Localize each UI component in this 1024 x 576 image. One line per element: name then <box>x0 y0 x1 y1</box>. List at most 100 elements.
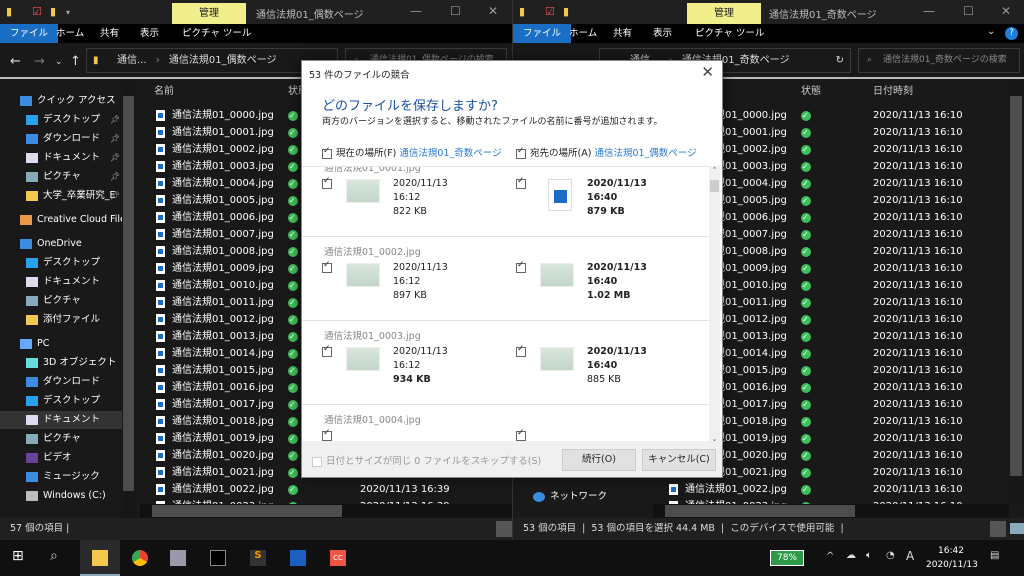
maximize-button[interactable]: ☐ <box>963 4 974 18</box>
close-dialog-button[interactable]: ✕ <box>701 63 714 81</box>
image-thumbnail[interactable] <box>540 263 574 287</box>
keep-source-checkbox[interactable] <box>322 428 332 441</box>
sidebar-item[interactable]: Windows (C:) <box>0 487 122 505</box>
column-header-name[interactable]: 名前 <box>154 82 174 97</box>
help-icon[interactable]: ? <box>1005 27 1018 40</box>
show-hidden-icons-icon[interactable]: ^ <box>826 551 834 562</box>
tab-share[interactable]: 共有 <box>90 24 129 43</box>
properties-icon[interactable]: ☑ <box>545 5 555 18</box>
tab-view[interactable]: 表示 <box>643 24 682 43</box>
details-view-icon[interactable] <box>990 521 1006 537</box>
checkbox[interactable] <box>516 146 526 159</box>
sidebar-item[interactable]: PC <box>0 335 122 353</box>
tab-home[interactable]: ホーム <box>559 24 607 43</box>
tab-picture-tools[interactable]: ピクチャ ツール <box>172 24 261 43</box>
keep-destination-checkbox[interactable] <box>516 344 526 357</box>
tab-home[interactable]: ホーム <box>46 24 94 43</box>
sidebar-item[interactable]: ピクチャ <box>0 292 122 310</box>
volume-icon[interactable]: 🔈︎ <box>866 550 872 561</box>
keep-source-checkbox[interactable] <box>322 260 332 273</box>
customize-dropdown-icon[interactable]: ▾ <box>66 8 70 17</box>
checkbox[interactable] <box>322 146 332 159</box>
close-button[interactable]: ✕ <box>1001 4 1011 18</box>
tab-manage[interactable]: 管理 <box>172 3 246 24</box>
image-file-icon[interactable] <box>548 179 572 211</box>
image-thumbnail[interactable] <box>540 347 574 371</box>
destination-folder-link[interactable]: 通信法規01_偶数ページ <box>594 148 696 159</box>
up-button[interactable]: ↑ <box>70 54 81 69</box>
onedrive-icon[interactable]: ☁ <box>846 550 856 561</box>
sidebar-item[interactable]: ドキュメント <box>0 273 122 291</box>
sidebar-item[interactable]: ダウンロード 📌︎ <box>0 130 122 148</box>
sidebar-item[interactable]: OneDrive <box>0 235 122 253</box>
taskbar-file-explorer[interactable] <box>80 540 120 576</box>
maximize-button[interactable]: ☐ <box>450 4 461 18</box>
source-folder-link[interactable]: 通信法規01_奇数ページ <box>399 148 501 159</box>
sidebar-item[interactable]: デスクトップ <box>0 254 122 272</box>
large-icons-view-icon[interactable] <box>1010 523 1024 534</box>
sidebar-item[interactable]: デスクトップ 📌︎ <box>0 111 122 129</box>
file-row[interactable]: 通信法規01_0022.jpg 2020/11/13 16:39 <box>156 481 506 498</box>
tab-view[interactable]: 表示 <box>130 24 169 43</box>
calculator-icon[interactable] <box>290 550 306 566</box>
image-thumbnail[interactable] <box>346 347 380 371</box>
start-icon[interactable]: ⊞ <box>12 548 28 564</box>
column-header-status[interactable]: 状態 <box>801 82 821 97</box>
keep-source-checkbox[interactable] <box>322 176 332 189</box>
sidebar-item[interactable]: ピクチャ <box>0 430 122 448</box>
conflict-list-scrollbar[interactable]: ⌃ ⌄ <box>709 166 720 443</box>
sidebar-item[interactable]: ドキュメント <box>0 411 122 429</box>
breadcrumb-item[interactable]: 通信... <box>117 55 147 66</box>
app-icon[interactable] <box>170 550 186 566</box>
file-list-scrollbar[interactable] <box>1009 82 1023 502</box>
tab-manage[interactable]: 管理 <box>687 3 761 24</box>
new-folder-icon[interactable]: ▮ <box>50 5 56 18</box>
column-header-date[interactable]: 日付時刻 <box>873 82 913 97</box>
minimize-button[interactable]: — <box>410 4 422 18</box>
sidebar-item[interactable]: ビデオ <box>0 449 122 467</box>
back-button[interactable]: ← <box>10 54 21 69</box>
file-row[interactable]: 通信法規01_0022.jpg 2020/11/13 16:10 <box>669 481 1009 498</box>
refresh-icon[interactable]: ↻ <box>836 49 844 72</box>
keep-destination-checkbox[interactable] <box>516 428 526 441</box>
sidebar-item[interactable]: 添付ファイル <box>0 311 122 329</box>
sidebar-item[interactable]: 大学_卒業研究_E 📌︎ <box>0 187 122 205</box>
nav-pane-scrollbar[interactable] <box>122 82 135 518</box>
cc-icon[interactable]: CC <box>330 550 346 566</box>
search-input[interactable]: ⌕ 通信法規01_奇数ページの検索 <box>858 48 1020 73</box>
skip-same-files-checkbox[interactable]: 日付とサイズが同じ 0 ファイルをスキップする(S) <box>312 453 541 467</box>
pin-icon[interactable]: 📌︎ <box>110 187 120 205</box>
terminal-icon[interactable] <box>210 550 226 566</box>
forward-button[interactable]: → <box>34 54 45 69</box>
pin-icon[interactable]: 📌︎ <box>110 111 120 129</box>
wifi-icon[interactable]: ◔ <box>886 550 895 561</box>
notification-icon[interactable]: ▤ <box>990 550 999 561</box>
horizontal-scrollbar[interactable] <box>653 504 1009 518</box>
destination-location-checkbox[interactable]: 宛先の場所(A) 通信法規01_偶数ページ <box>516 145 697 159</box>
cancel-button[interactable]: キャンセル(C) <box>642 449 716 471</box>
chrome-icon[interactable] <box>132 550 148 566</box>
sidebar-item[interactable]: クイック アクセス <box>0 92 122 110</box>
keep-destination-checkbox[interactable] <box>516 260 526 273</box>
sidebar-item[interactable]: 3D オブジェクト <box>0 354 122 372</box>
breadcrumb-item[interactable]: 通信法規01_偶数ページ <box>169 55 277 66</box>
sidebar-item-network[interactable]: ネットワーク <box>533 488 655 506</box>
close-button[interactable]: ✕ <box>488 4 498 18</box>
sidebar-item[interactable]: ドキュメント 📌︎ <box>0 149 122 167</box>
search-icon[interactable]: ⌕ <box>50 548 66 564</box>
keep-destination-checkbox[interactable] <box>516 176 526 189</box>
tab-share[interactable]: 共有 <box>603 24 642 43</box>
battery-indicator[interactable]: 78% <box>770 550 804 566</box>
source-location-checkbox[interactable]: 現在の場所(F) 通信法規01_奇数ページ <box>322 145 502 159</box>
recent-dropdown-icon[interactable]: ⌄ <box>55 57 63 67</box>
sidebar-item[interactable]: ダウンロード <box>0 373 122 391</box>
keep-source-checkbox[interactable] <box>322 344 332 357</box>
ime-indicator[interactable]: A <box>906 549 914 563</box>
sidebar-item[interactable]: Creative Cloud Files <box>0 211 122 229</box>
pin-icon[interactable]: 📌︎ <box>110 168 120 186</box>
new-folder-icon[interactable]: ▮ <box>563 5 569 18</box>
image-thumbnail[interactable] <box>346 179 380 203</box>
horizontal-scrollbar[interactable] <box>140 504 512 518</box>
pin-icon[interactable]: 📌︎ <box>110 149 120 167</box>
tab-picture-tools[interactable]: ピクチャ ツール <box>685 24 774 43</box>
